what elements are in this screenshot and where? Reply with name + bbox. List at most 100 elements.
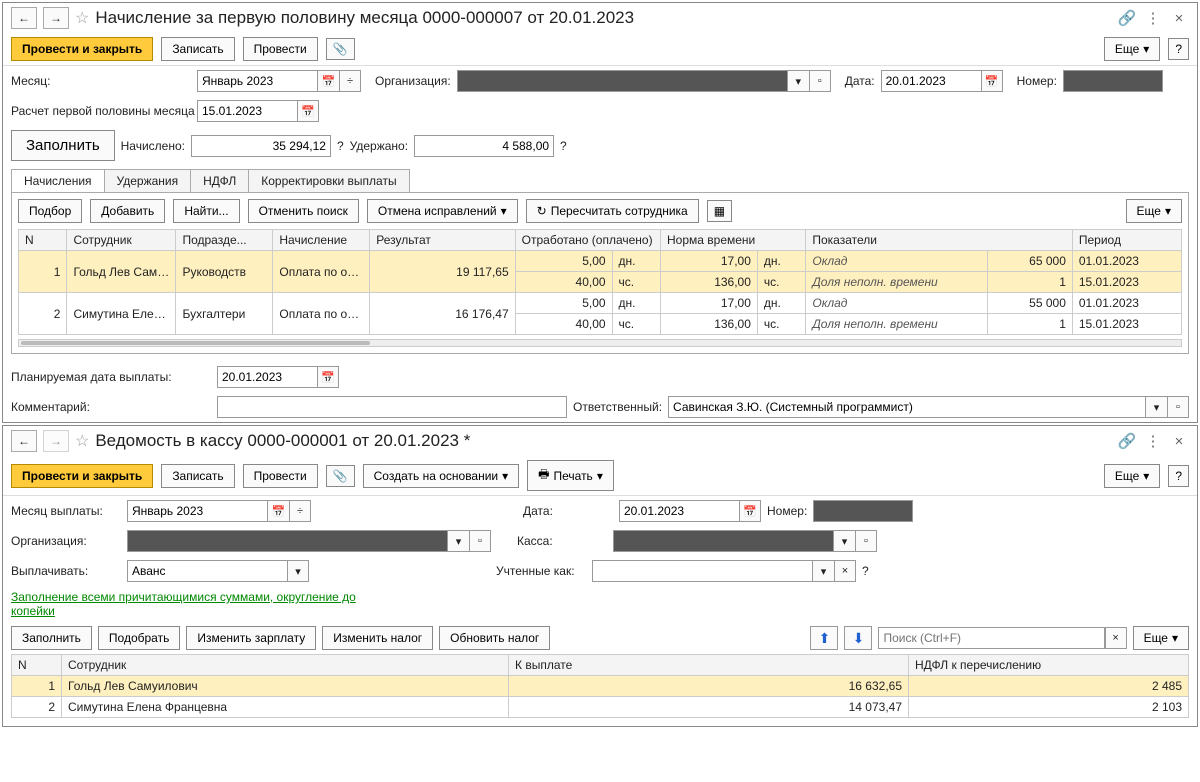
nav-fwd[interactable]: → [43,7,69,29]
titlebar: ← → ☆ Начисление за первую половину меся… [3,3,1197,33]
recalc-button[interactable]: ↻ Пересчитать сотрудника [526,199,699,223]
table-row[interactable]: 1 Гольд Лев Самуилови Руководств Оплата … [19,251,1182,272]
number-input[interactable] [813,500,913,522]
titlebar: ← → ☆ Ведомость в кассу 0000-000001 от 2… [3,426,1197,456]
calc-to-input[interactable] [197,100,297,122]
find-button[interactable]: Найти... [173,199,239,223]
month-input[interactable] [197,70,317,92]
calendar-icon[interactable]: 📅 [317,70,339,92]
star-icon[interactable]: ☆ [75,431,89,451]
org-input[interactable] [127,530,447,552]
nav-fwd[interactable]: → [43,430,69,452]
org-input[interactable] [457,70,787,92]
post-and-close-button[interactable]: Провести и закрыть [11,464,153,488]
calendar-icon[interactable]: 📅 [739,500,761,522]
withheld-value [414,135,554,157]
open-icon[interactable]: ▫ [1167,396,1189,418]
accounted-input[interactable] [592,560,812,582]
calendar-icon[interactable]: 📅 [267,500,289,522]
clear-search-icon[interactable]: × [1105,627,1127,649]
menu-icon[interactable]: ⋮ [1143,431,1163,451]
fill-rules-link[interactable]: Заполнение всеми причитающимися суммами,… [11,590,391,618]
hint-icon[interactable]: ? [337,139,344,153]
month-input[interactable] [127,500,267,522]
write-button[interactable]: Записать [161,464,234,488]
stepper-icon[interactable]: ÷ [289,500,311,522]
cancel-fix-button[interactable]: Отмена исправлений ▾ [367,199,518,223]
hint-icon[interactable]: ? [560,139,567,153]
tab-corrections[interactable]: Корректировки выплаты [248,169,409,192]
more-button[interactable]: Еще ▾ [1104,464,1160,488]
create-based-button[interactable]: Создать на основании ▾ [363,464,520,488]
open-icon[interactable]: ▫ [809,70,831,92]
star-icon[interactable]: ☆ [75,8,89,28]
tab-accruals[interactable]: Начисления [11,169,105,192]
attachment-button[interactable]: 📎 [326,465,355,487]
dropdown-icon[interactable]: ▾ [447,530,469,552]
clear-icon[interactable]: × [834,560,856,582]
calendar-icon[interactable]: 📅 [981,70,1003,92]
link-icon[interactable]: 🔗 [1117,8,1137,28]
search-input[interactable] [878,627,1104,649]
grid-settings-button[interactable]: ▦ [707,200,732,222]
calendar-icon[interactable]: 📅 [317,366,339,388]
edit-salary-button[interactable]: Изменить зарплату [186,626,316,650]
fill-button[interactable]: Заполнить [11,626,92,650]
responsible-input[interactable] [668,396,1145,418]
calendar-icon[interactable]: 📅 [297,100,319,122]
fill-button[interactable]: Заполнить [11,130,115,161]
print-button[interactable]: 🖶 Печать ▾ [527,460,614,491]
number-label: Номер: [767,504,807,518]
number-label: Номер: [1017,74,1057,88]
payment-table[interactable]: N Сотрудник К выплате НДФЛ к перечислени… [11,654,1189,718]
stepper-icon[interactable]: ÷ [339,70,361,92]
more-button[interactable]: Еще ▾ [1126,199,1182,223]
help-button[interactable]: ? [1168,38,1189,60]
more-button[interactable]: Еще ▾ [1133,626,1189,650]
pay-input[interactable] [127,560,287,582]
tab-withholdings[interactable]: Удержания [104,169,192,192]
table-row[interactable]: 2 Симутина Елена Францевна 14 073,47 2 1… [12,697,1189,718]
attachment-button[interactable]: 📎 [326,38,355,60]
table-row[interactable]: 2 Симутина Елена ... Бухгалтери Оплата п… [19,293,1182,314]
move-up-button[interactable]: ⬆ [810,626,838,650]
dropdown-icon[interactable]: ▾ [1145,396,1167,418]
dropdown-icon[interactable]: ▾ [287,560,309,582]
date-input[interactable] [619,500,739,522]
plan-date-input[interactable] [217,366,317,388]
date-input[interactable] [881,70,981,92]
move-down-button[interactable]: ⬇ [844,626,872,650]
select-button[interactable]: Подбор [18,199,82,223]
horizontal-scrollbar[interactable] [18,339,1182,347]
post-button[interactable]: Провести [243,464,318,488]
kassa-input[interactable] [613,530,833,552]
write-button[interactable]: Записать [161,37,234,61]
nav-back[interactable]: ← [11,430,37,452]
close-icon[interactable]: × [1169,431,1189,451]
update-tax-button[interactable]: Обновить налог [439,626,550,650]
accruals-table[interactable]: N Сотрудник Подразде... Начисление Резул… [18,229,1182,335]
comment-input[interactable] [217,396,567,418]
nav-back[interactable]: ← [11,7,37,29]
add-button[interactable]: Добавить [90,199,165,223]
post-and-close-button[interactable]: Провести и закрыть [11,37,153,61]
menu-icon[interactable]: ⋮ [1143,8,1163,28]
edit-tax-button[interactable]: Изменить налог [322,626,433,650]
more-button[interactable]: Еще ▾ [1104,37,1160,61]
close-icon[interactable]: × [1169,8,1189,28]
dropdown-icon[interactable]: ▾ [833,530,855,552]
help-button[interactable]: ? [1168,465,1189,487]
post-button[interactable]: Провести [243,37,318,61]
number-input[interactable] [1063,70,1163,92]
cancel-search-button[interactable]: Отменить поиск [248,199,359,223]
select-button[interactable]: Подобрать [98,626,180,650]
open-icon[interactable]: ▫ [855,530,877,552]
link-icon[interactable]: 🔗 [1117,431,1137,451]
dropdown-icon[interactable]: ▾ [812,560,834,582]
dropdown-icon[interactable]: ▾ [787,70,809,92]
open-icon[interactable]: ▫ [469,530,491,552]
table-row[interactable]: 1 Гольд Лев Самуилович 16 632,65 2 485 [12,676,1189,697]
withheld-label: Удержано: [350,139,408,153]
hint-icon[interactable]: ? [862,564,869,578]
tab-ndfl[interactable]: НДФЛ [190,169,249,192]
